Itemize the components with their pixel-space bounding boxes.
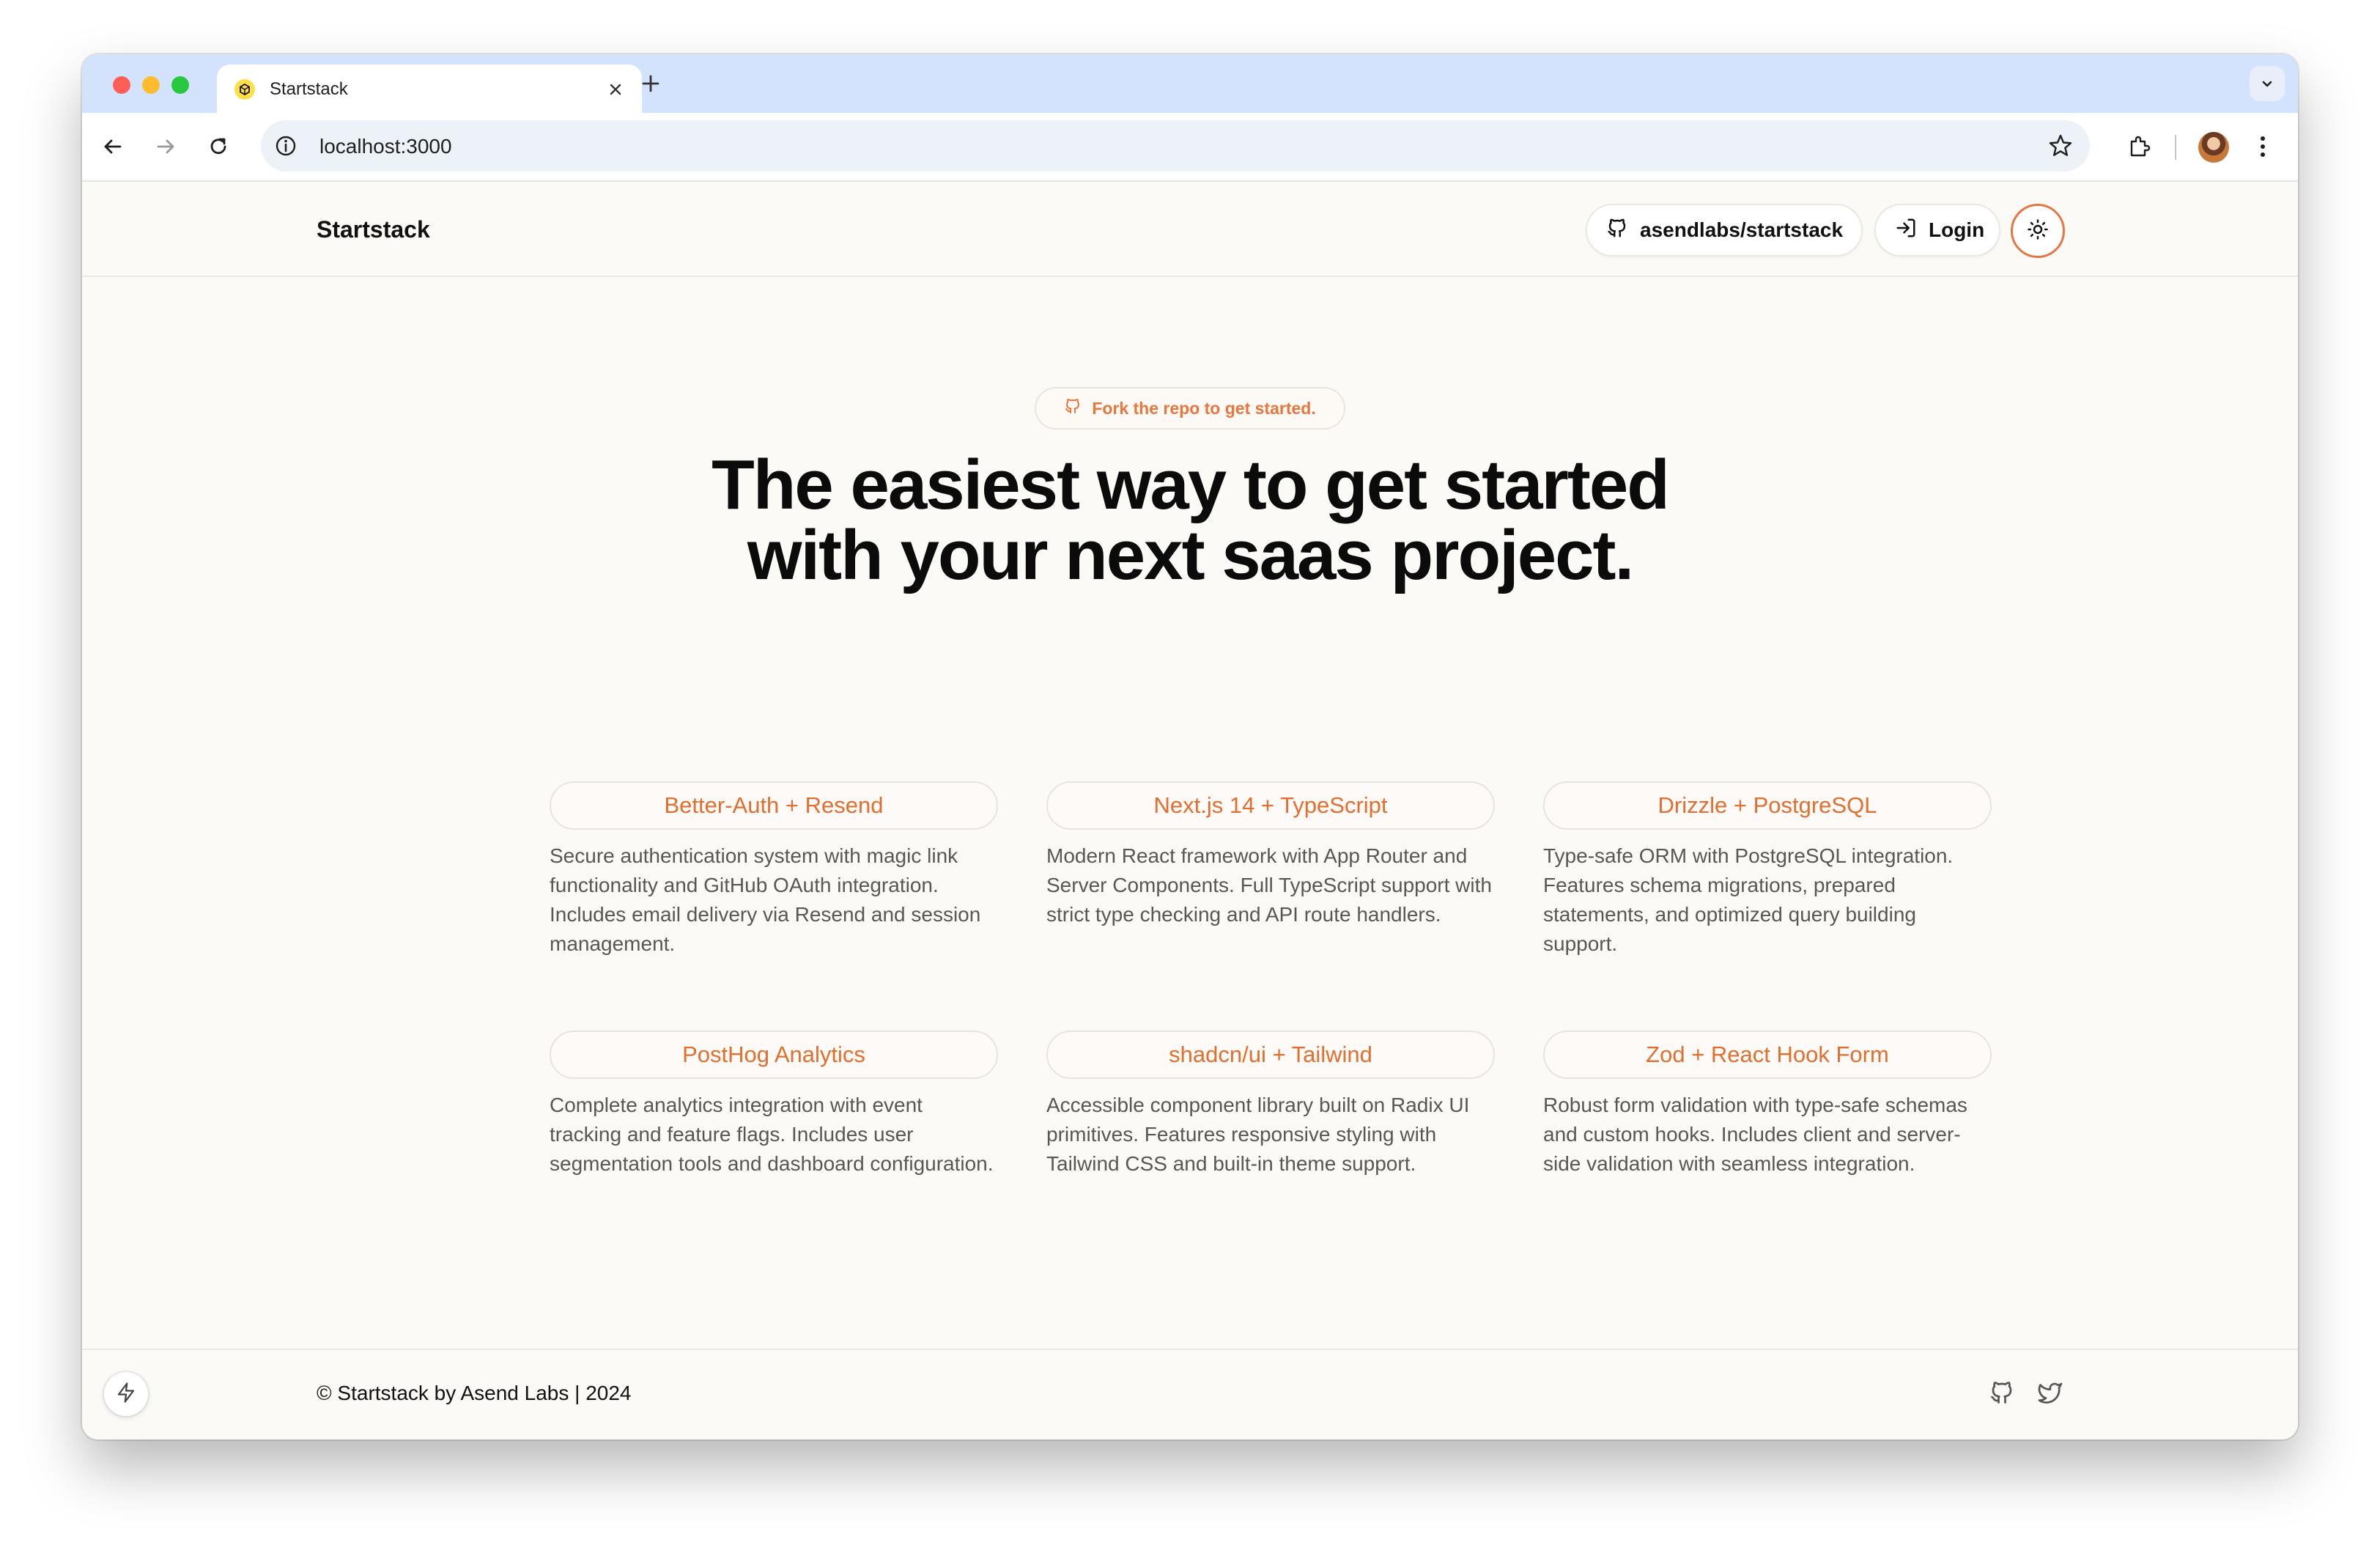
login-button[interactable]: Login xyxy=(1874,204,2000,257)
hero-heading-line-2: with your next saas project. xyxy=(747,516,1634,594)
feature-card: Drizzle + PostgreSQL Type-safe ORM with … xyxy=(1543,781,1992,959)
browser-menu-icon[interactable] xyxy=(2245,129,2280,164)
reload-button[interactable] xyxy=(201,129,236,164)
github-icon[interactable] xyxy=(1989,1379,2015,1406)
new-tab-button[interactable] xyxy=(639,72,662,95)
browser-tab[interactable]: Startstack xyxy=(217,64,642,113)
github-icon xyxy=(1606,217,1628,244)
feature-description: Modern React framework with App Router a… xyxy=(1046,844,1492,926)
hero-heading: The easiest way to get started with your… xyxy=(375,450,2005,591)
feature-description: Type-safe ORM with PostgreSQL integratio… xyxy=(1543,844,1954,955)
site-header: Startstack asendlabs/startstack Login xyxy=(82,182,2298,277)
copyright-text: © Startstack by Asend Labs | 2024 xyxy=(317,1382,632,1404)
toolbar-divider xyxy=(2175,135,2176,160)
feature-card: shadcn/ui + Tailwind Accessible componen… xyxy=(1046,1031,1495,1179)
close-tab-icon[interactable] xyxy=(605,79,626,100)
twitter-icon[interactable] xyxy=(2037,1379,2063,1406)
address-bar[interactable]: localhost:3000 xyxy=(261,120,2090,172)
feature-description: Secure authentication system with magic … xyxy=(550,844,981,955)
github-repo-button[interactable]: asendlabs/startstack xyxy=(1586,204,1863,257)
feature-description: Complete analytics integration with even… xyxy=(550,1094,994,1175)
feature-title: Next.js 14 + TypeScript xyxy=(1046,781,1495,830)
tab-strip: Startstack xyxy=(82,54,2298,113)
feature-card: Better-Auth + Resend Secure authenticati… xyxy=(550,781,998,959)
bookmark-star-icon[interactable] xyxy=(2047,133,2074,159)
url-text: localhost:3000 xyxy=(319,135,452,158)
profile-avatar[interactable] xyxy=(2198,132,2229,163)
extensions-icon[interactable] xyxy=(2122,129,2157,164)
browser-window: Startstack localhost:3000 Startstack ase… xyxy=(82,54,2298,1440)
feature-title: Better-Auth + Resend xyxy=(550,781,998,830)
bolt-icon xyxy=(115,1382,137,1407)
tab-title: Startstack xyxy=(270,79,348,99)
login-label: Login xyxy=(1929,218,1985,241)
maximize-window-button[interactable] xyxy=(171,76,189,94)
feature-card: PostHog Analytics Complete analytics int… xyxy=(550,1031,998,1179)
feature-title: Drizzle + PostgreSQL xyxy=(1543,781,1992,830)
sun-icon xyxy=(2027,218,2049,244)
login-icon xyxy=(1895,217,1917,244)
dev-tools-button[interactable] xyxy=(104,1372,148,1416)
feature-title: Zod + React Hook Form xyxy=(1543,1031,1992,1079)
close-window-button[interactable] xyxy=(113,76,130,94)
minimize-window-button[interactable] xyxy=(142,76,160,94)
brand-logo[interactable]: Startstack xyxy=(317,215,430,243)
feature-description: Robust form validation with type-safe sc… xyxy=(1543,1094,1967,1175)
github-repo-label: asendlabs/startstack xyxy=(1640,218,1844,241)
feature-title: PostHog Analytics xyxy=(550,1031,998,1079)
feature-title: shadcn/ui + Tailwind xyxy=(1046,1031,1495,1079)
feature-description: Accessible component library built on Ra… xyxy=(1046,1094,1470,1175)
feature-card: Zod + React Hook Form Robust form valida… xyxy=(1543,1031,1992,1179)
github-icon xyxy=(1064,397,1082,419)
tab-search-button[interactable] xyxy=(2250,66,2285,101)
fork-repo-label: Fork the repo to get started. xyxy=(1092,398,1316,418)
theme-toggle-button[interactable] xyxy=(2011,204,2065,258)
favicon-icon xyxy=(234,79,255,100)
forward-button[interactable] xyxy=(148,129,183,164)
site-info-icon[interactable] xyxy=(274,134,298,158)
feature-card: Next.js 14 + TypeScript Modern React fra… xyxy=(1046,781,1495,929)
page: Startstack asendlabs/startstack Login Fo… xyxy=(82,182,2298,1440)
browser-toolbar: localhost:3000 xyxy=(82,113,2298,182)
hero-heading-line-1: The easiest way to get started xyxy=(712,446,1670,524)
fork-repo-badge[interactable]: Fork the repo to get started. xyxy=(1035,387,1345,430)
site-footer: © Startstack by Asend Labs | 2024 xyxy=(82,1349,2298,1440)
back-button[interactable] xyxy=(95,129,130,164)
